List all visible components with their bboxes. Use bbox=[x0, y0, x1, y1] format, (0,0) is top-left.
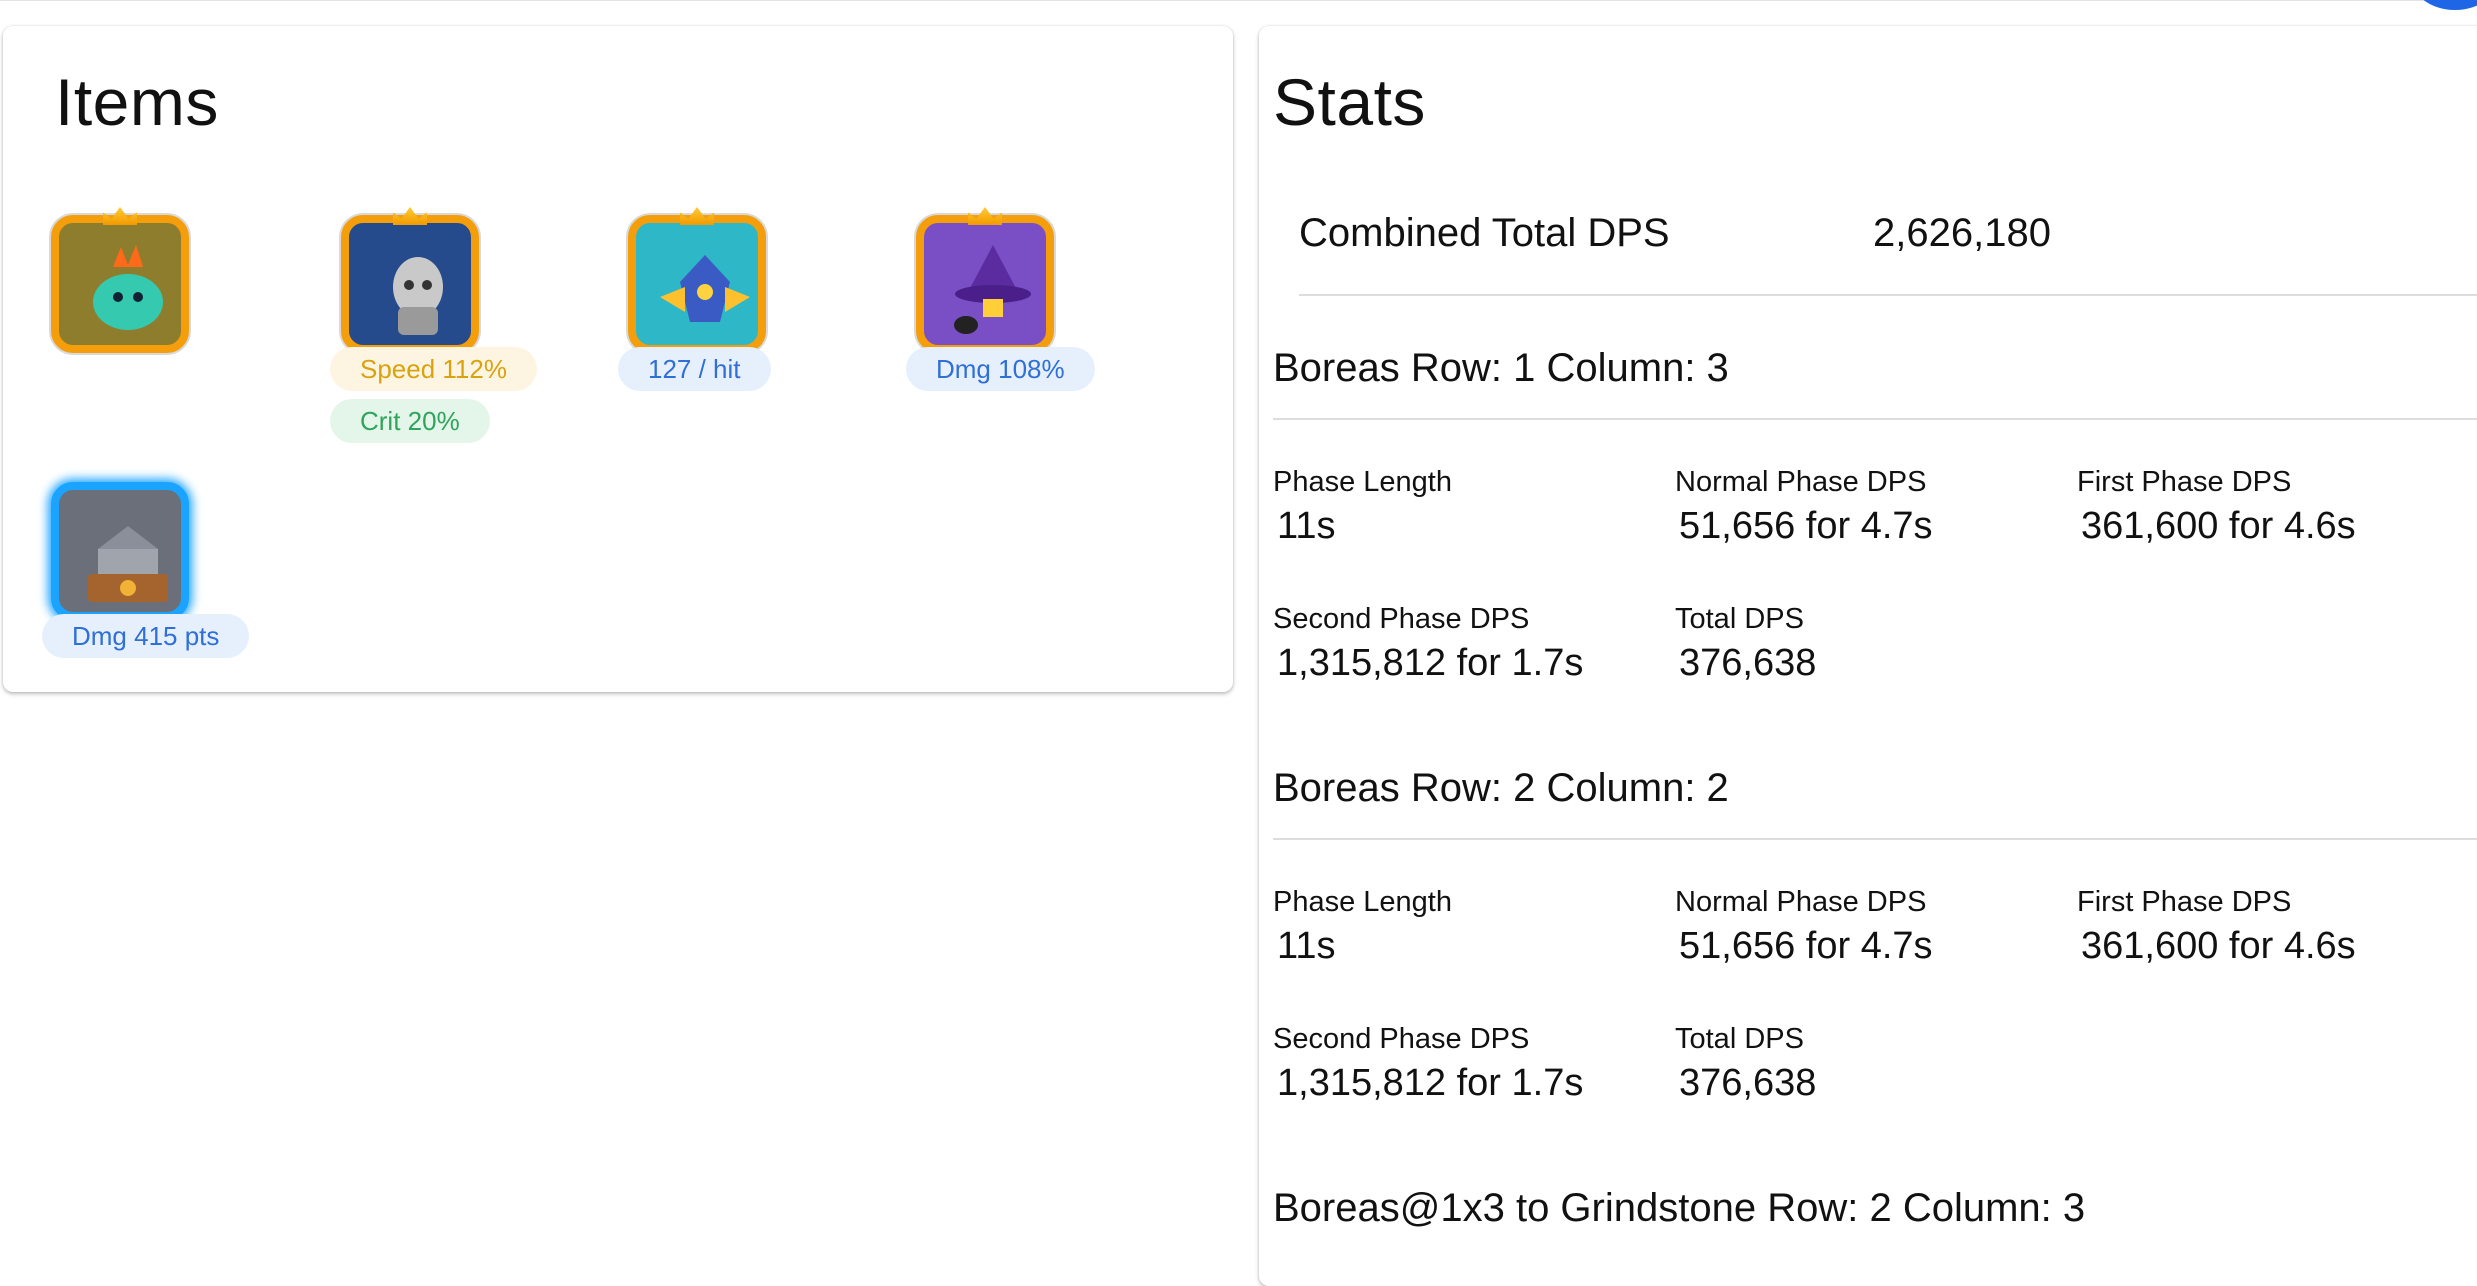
divider bbox=[1299, 294, 2477, 296]
crown-icon bbox=[968, 207, 1002, 225]
crown-icon bbox=[393, 207, 427, 225]
metric-value: 51,656 for 4.7s bbox=[1679, 505, 1933, 547]
metric-label: Normal Phase DPS bbox=[1675, 886, 1927, 918]
item-art bbox=[938, 237, 1032, 334]
metric-second-phase-dps: Second Phase DPS 1,315,812 for 1.7s bbox=[1273, 1023, 1583, 1105]
metric-value: 51,656 for 4.7s bbox=[1679, 925, 1933, 967]
metric-value: 1,315,812 for 1.7s bbox=[1277, 1062, 1584, 1104]
item-art bbox=[363, 237, 457, 335]
top-divider bbox=[0, 0, 2477, 1]
divider bbox=[1273, 418, 2477, 420]
metric-normal-phase-dps: Normal Phase DPS 51,656 for 4.7s bbox=[1675, 466, 1933, 548]
item-art bbox=[73, 237, 167, 331]
metric-value: 11s bbox=[1277, 505, 1336, 547]
metric-total-dps: Total DPS 376,638 bbox=[1675, 603, 1816, 685]
combined-dps-value: 2,626,180 bbox=[1873, 211, 2051, 255]
divider bbox=[1273, 838, 2477, 840]
stat-chip-dmg: Dmg 108% bbox=[906, 347, 1095, 391]
metric-label: Phase Length bbox=[1273, 466, 1452, 498]
item-art bbox=[73, 504, 168, 602]
tower-position: Row: 2 Column: 2 bbox=[1410, 766, 1729, 810]
floating-action-button[interactable] bbox=[2410, 0, 2477, 10]
section-heading: Boreas@1x3 to Grindstone Row: 2 Column: … bbox=[1273, 1186, 2085, 1231]
metric-label: Total DPS bbox=[1675, 1023, 1804, 1055]
crown-icon bbox=[680, 207, 714, 225]
metric-second-phase-dps: Second Phase DPS 1,315,812 for 1.7s bbox=[1273, 603, 1583, 685]
metric-first-phase-dps: First Phase DPS 361,600 for 4.6s bbox=[2077, 466, 2356, 548]
metric-value: 361,600 for 4.6s bbox=[2081, 925, 2356, 967]
items-title: Items bbox=[55, 65, 219, 139]
combined-dps-label: Combined Total DPS bbox=[1299, 211, 1670, 255]
metric-first-phase-dps: First Phase DPS 361,600 for 4.6s bbox=[2077, 886, 2356, 968]
item-art bbox=[650, 237, 750, 331]
tower-name: Boreas@1x3 to Grindstone bbox=[1273, 1186, 1757, 1230]
tower-name: Boreas bbox=[1273, 346, 1400, 390]
section-heading: Boreas Row: 2 Column: 2 bbox=[1273, 766, 1729, 811]
metric-total-dps: Total DPS 376,638 bbox=[1675, 1023, 1816, 1105]
dragon-egg-icon[interactable] bbox=[51, 207, 189, 353]
tower-name: Boreas bbox=[1273, 766, 1400, 810]
metric-value: 11s bbox=[1277, 925, 1336, 967]
metric-label: Normal Phase DPS bbox=[1675, 466, 1927, 498]
metric-label: Second Phase DPS bbox=[1273, 603, 1530, 635]
metric-phase-length: Phase Length 11s bbox=[1273, 466, 1452, 548]
tower-position: Row: 2 Column: 3 bbox=[1767, 1186, 2086, 1230]
stat-chip-speed: Speed 112% bbox=[330, 347, 537, 391]
metric-value: 361,600 for 4.6s bbox=[2081, 505, 2356, 547]
stat-chip-crit: Crit 20% bbox=[330, 399, 490, 443]
stats-card: Stats Combined Total DPS 2,626,180 Borea… bbox=[1259, 26, 2477, 1286]
metric-label: Second Phase DPS bbox=[1273, 1023, 1530, 1055]
winged-helmet-icon[interactable] bbox=[628, 207, 766, 353]
metric-normal-phase-dps: Normal Phase DPS 51,656 for 4.7s bbox=[1675, 886, 1933, 968]
metric-value: 376,638 bbox=[1679, 642, 1817, 684]
grindstone-icon[interactable] bbox=[51, 482, 189, 620]
metric-label: Total DPS bbox=[1675, 603, 1804, 635]
witch-hat-icon[interactable] bbox=[916, 207, 1054, 353]
metric-value: 1,315,812 for 1.7s bbox=[1277, 642, 1584, 684]
metric-label: First Phase DPS bbox=[2077, 466, 2292, 498]
metric-phase-length: Phase Length 11s bbox=[1273, 886, 1452, 968]
metric-label: First Phase DPS bbox=[2077, 886, 2292, 918]
tower-position: Row: 1 Column: 3 bbox=[1410, 346, 1729, 390]
stat-chip-hit: 127 / hit bbox=[618, 347, 771, 391]
metric-label: Phase Length bbox=[1273, 886, 1452, 918]
stat-chip-dmg-pts: Dmg 415 pts bbox=[42, 614, 250, 658]
knight-statue-icon[interactable] bbox=[341, 207, 479, 353]
metric-value: 376,638 bbox=[1679, 1062, 1817, 1104]
crown-icon bbox=[103, 207, 137, 225]
stats-title: Stats bbox=[1273, 65, 1426, 139]
section-heading: Boreas Row: 1 Column: 3 bbox=[1273, 346, 1729, 391]
